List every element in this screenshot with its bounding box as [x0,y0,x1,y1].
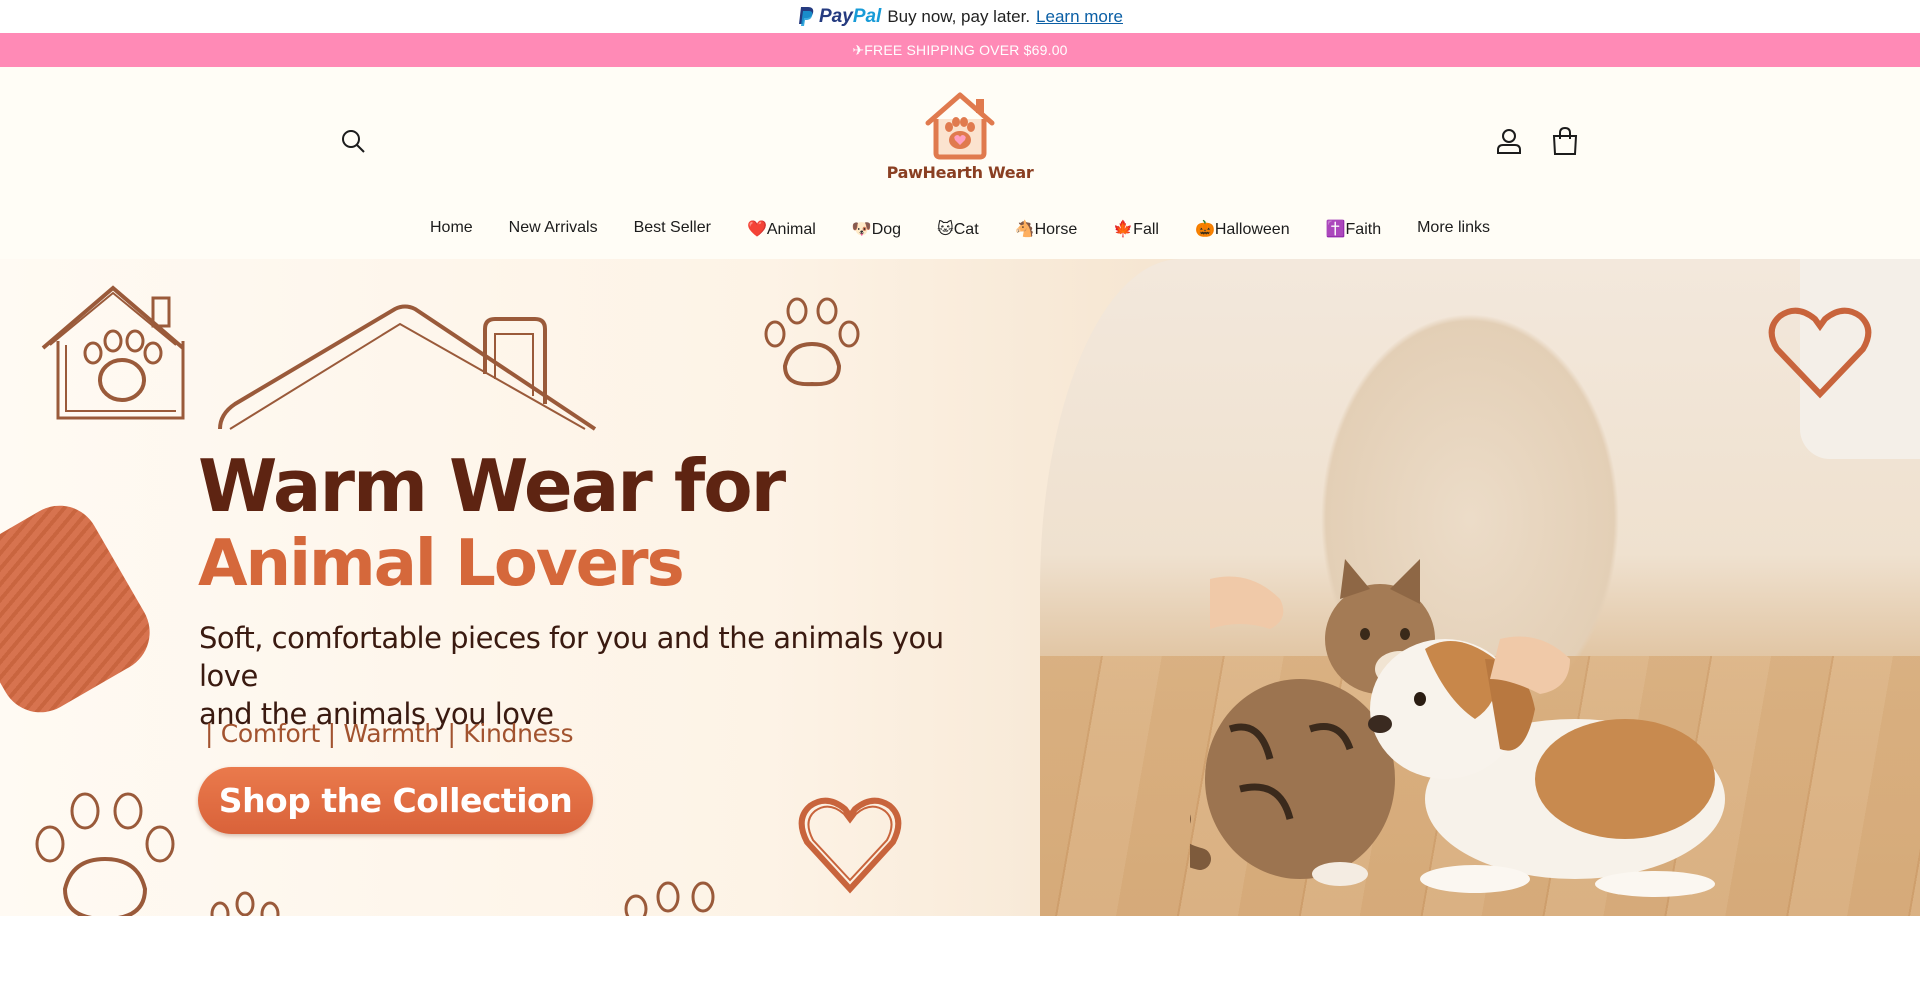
paw-print-outline-icon [35,792,175,916]
nav-item-faith[interactable]: ✝️Faith [1308,219,1400,239]
nav-item-fall[interactable]: 🍁Fall [1095,219,1177,239]
paw-print-outline-icon [764,297,860,387]
nav-item-horse[interactable]: 🐴Horse [997,219,1096,239]
hero-title-line2: Animal Lovers [198,527,685,601]
paw-house-logo-icon [925,92,995,160]
site-header: PawHearth Wear Home New Arrivals Best Se… [0,67,1920,259]
nav-item-home[interactable]: Home [412,219,491,239]
paw-print-outline-icon [624,881,715,916]
hero-subtitle: Soft, comfortable pieces for you and the… [199,619,999,733]
paypal-logo-text-pay: Pay [819,5,853,27]
heart-outline-icon [1768,307,1872,399]
nav-item-halloween[interactable]: 🎃Halloween [1177,219,1308,239]
search-button[interactable] [337,125,369,157]
paypal-learn-more-link[interactable]: Learn more [1036,7,1123,27]
hero-photo [1040,259,1920,916]
paw-house-outline-icon [41,285,185,420]
paypal-logo: Pay Pal [797,6,881,28]
nav-item-best-seller[interactable]: Best Seller [616,219,729,239]
nav-item-cat[interactable]: 🐱Cat [919,219,997,239]
hero-values-tagline: | Comfort | Warmth | Kindness [205,719,574,748]
site-logo[interactable]: PawHearth Wear [880,89,1040,189]
cart-button[interactable] [1549,125,1581,157]
nav-item-new-arrivals[interactable]: New Arrivals [491,219,616,239]
cart-icon [1552,127,1578,155]
heart-outline-icon [798,797,902,894]
shipping-announcement-bar: ✈FREE SHIPPING OVER $69.00 [0,33,1920,67]
account-button[interactable] [1493,125,1525,157]
shop-the-collection-button[interactable]: Shop the Collection [198,767,593,834]
hero-subtitle-line1: Soft, comfortable pieces for you and the… [199,621,944,693]
knit-yarn-decoration [0,491,165,727]
nav-item-dog[interactable]: 🐶Dog [834,219,919,239]
hero-title-line1: Warm Wear for [198,444,786,528]
paypal-icon [799,6,814,26]
roof-outline-icon [218,304,597,431]
hero-hands-image [1210,576,1570,694]
shipping-announcement-text: ✈FREE SHIPPING OVER $69.00 [852,41,1068,58]
account-icon [1497,129,1521,154]
paypal-logo-text-pal: Pal [852,5,882,27]
hero-banner[interactable]: Warm Wear for Animal Lovers Soft, comfor… [0,259,1920,916]
main-navigation: Home New Arrivals Best Seller ❤️Animal 🐶… [0,219,1920,239]
nav-item-more-links[interactable]: More links [1399,219,1508,239]
search-icon [342,130,365,153]
logo-name: PawHearth Wear [886,163,1034,182]
nav-item-animal[interactable]: ❤️Animal [729,219,834,239]
paypal-promo-bar: Pay Pal Buy now, pay later. Learn more [0,0,1920,33]
paw-print-outline-icon [210,891,280,916]
paypal-message: Buy now, pay later. [887,6,1031,26]
